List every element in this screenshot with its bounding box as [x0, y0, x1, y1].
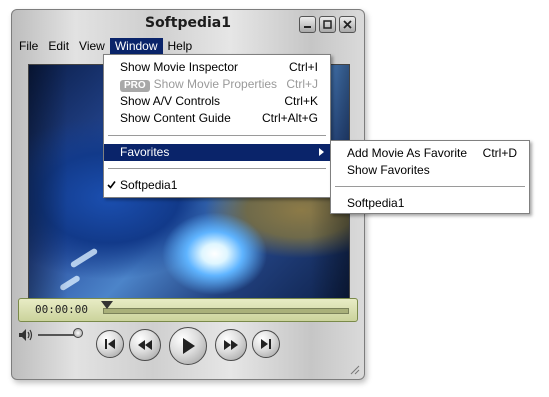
menu-item-label: Favorites [120, 145, 170, 159]
minimize-icon [304, 26, 311, 28]
minimize-button[interactable] [299, 16, 316, 33]
menu-file[interactable]: File [14, 38, 43, 54]
favorites-submenu: Add Movie As Favorite Ctrl+D Show Favori… [330, 140, 530, 214]
playhead[interactable] [101, 301, 113, 309]
menu-item-shortcut: Ctrl+D [482, 146, 517, 160]
rewind-to-start-icon [105, 339, 115, 349]
pro-badge: PRO [120, 80, 150, 92]
menu-bar: File Edit View Window Help [14, 38, 197, 54]
menu-separator [108, 168, 326, 169]
rewind-button[interactable] [129, 329, 161, 361]
menu-item-add-movie-as-favorite[interactable]: Add Movie As Favorite Ctrl+D [331, 145, 529, 162]
menu-separator [335, 186, 525, 187]
fast-forward-icon [224, 340, 238, 350]
menu-window[interactable]: Window [109, 38, 163, 54]
rewind-icon [138, 340, 152, 350]
window-controls [299, 16, 356, 33]
skip-to-end-icon [261, 339, 271, 349]
checkmark-icon [107, 177, 116, 194]
menu-edit[interactable]: Edit [43, 38, 74, 54]
menu-item-label: Softpedia1 [120, 178, 178, 192]
menu-item-shortcut: Ctrl+Alt+G [261, 111, 318, 125]
title-bar[interactable]: Softpedia1 [12, 10, 364, 38]
maximize-button[interactable] [319, 16, 336, 33]
menu-item-show-favorites[interactable]: Show Favorites [331, 162, 529, 179]
menu-item-favorite-softpedia1[interactable]: Softpedia1 [331, 195, 529, 212]
submenu-arrow-icon [319, 148, 324, 156]
menu-view[interactable]: View [74, 38, 110, 54]
menu-item-shortcut: Ctrl+J [286, 77, 318, 91]
fast-forward-button[interactable] [215, 329, 247, 361]
menu-item-label: Show Movie Properties [153, 77, 278, 91]
speaker-icon[interactable] [18, 328, 34, 342]
menu-item-show-movie-inspector[interactable]: Show Movie Inspector Ctrl+I [104, 59, 330, 76]
menu-item-show-content-guide[interactable]: Show Content Guide Ctrl+Alt+G [104, 110, 330, 127]
menu-item-show-movie-properties: PRO Show Movie Properties Ctrl+J [104, 76, 330, 93]
timecode: 00:00:00 [35, 303, 88, 316]
menu-item-label-wrap: PRO Show Movie Properties [120, 76, 277, 93]
menu-item-shortcut: Ctrl+K [284, 94, 318, 108]
menu-item-shortcut: Ctrl+I [288, 60, 318, 74]
menu-item-label: Show A/V Controls [120, 94, 221, 108]
menu-item-label: Show Favorites [347, 163, 430, 177]
lcd-display: 00:00:00 [18, 298, 358, 322]
rewind-to-start-button[interactable] [96, 330, 124, 358]
play-button[interactable] [169, 327, 207, 365]
scrub-track[interactable] [103, 308, 349, 314]
menu-separator [108, 135, 326, 136]
menu-help[interactable]: Help [163, 38, 198, 54]
window-menu: Show Movie Inspector Ctrl+I PRO Show Movi… [103, 54, 331, 198]
menu-item-label: Add Movie As Favorite [347, 146, 468, 160]
menu-item-softpedia1[interactable]: Softpedia1 [104, 177, 330, 194]
resize-grip-icon[interactable] [348, 363, 360, 375]
menu-item-favorites[interactable]: Favorites [104, 144, 330, 161]
menu-item-label: Softpedia1 [347, 196, 405, 210]
close-icon [343, 20, 352, 29]
maximize-icon [323, 20, 332, 29]
play-icon [183, 338, 195, 354]
volume-knob[interactable] [73, 328, 83, 338]
menu-item-show-av-controls[interactable]: Show A/V Controls Ctrl+K [104, 93, 330, 110]
close-button[interactable] [339, 16, 356, 33]
menu-item-label: Show Content Guide [120, 111, 231, 125]
skip-to-end-button[interactable] [252, 330, 280, 358]
menu-item-label: Show Movie Inspector [120, 60, 239, 74]
